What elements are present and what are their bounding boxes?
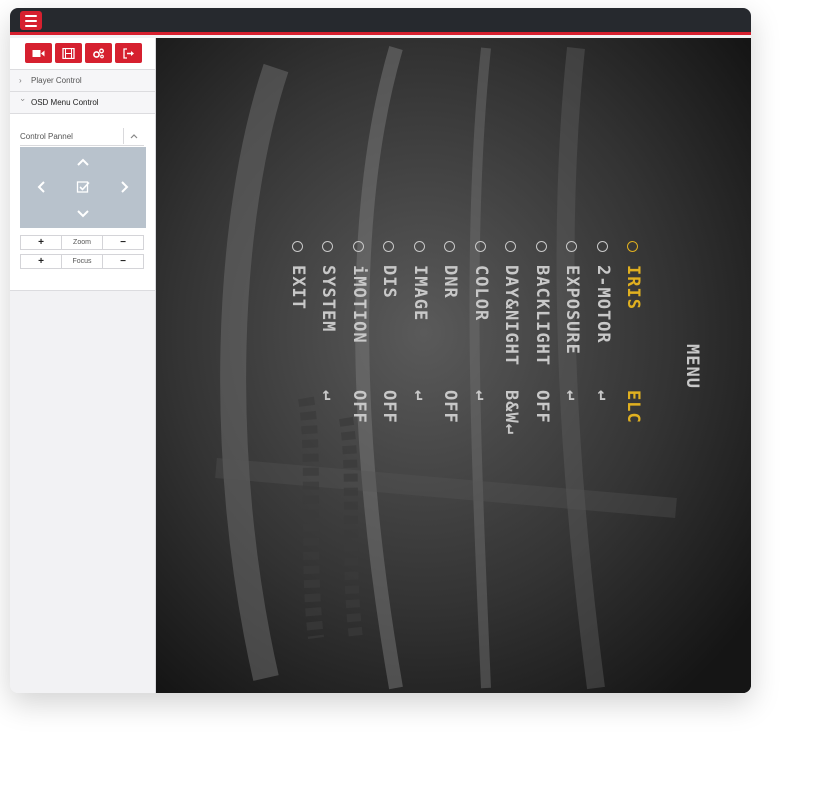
checkbox-icon (76, 181, 90, 193)
osd-item-value: OFF (440, 390, 460, 424)
down-button[interactable] (73, 204, 93, 224)
osd-item-icon (596, 241, 608, 252)
focus-label: Focus (62, 254, 102, 269)
osd-item-value: OFF (531, 390, 552, 424)
app-window: › Player Control › OSD Menu Control Cont… (10, 8, 751, 693)
osd-item-icon (352, 241, 364, 252)
direction-pad (20, 147, 146, 228)
osd-item-label: DAY&NIGHT (501, 265, 521, 367)
chevron-right-icon (121, 181, 129, 193)
focus-far-button[interactable]: − (102, 254, 144, 269)
top-bar-accent-line (10, 32, 751, 35)
control-panel-label: Control Pannel (20, 132, 73, 141)
osd-item-label: DIS (379, 265, 399, 299)
sidebar-panel: › Player Control › OSD Menu Control Cont… (10, 38, 155, 291)
osd-item-icon (566, 241, 577, 252)
focus-row: + Focus − (20, 254, 146, 269)
sidebar: › Player Control › OSD Menu Control Cont… (10, 38, 156, 693)
osd-item-label: COLOR (470, 265, 491, 322)
osd-menu-title: MENU (682, 344, 702, 389)
osd-item-icon (322, 241, 333, 252)
up-button[interactable] (73, 152, 93, 172)
chevron-left-icon (37, 181, 45, 193)
osd-item-value: ↵ (592, 390, 613, 402)
chevron-down-icon: › (18, 98, 28, 102)
osd-item-value: ELC (623, 390, 643, 424)
osd-item-value: OFF (379, 390, 399, 424)
right-button[interactable] (114, 177, 134, 197)
settings-gears-icon (93, 48, 104, 58)
video-camera-icon (32, 49, 45, 57)
zoom-label: Zoom (62, 235, 102, 250)
osd-item-label: EXPOSURE (562, 265, 582, 355)
osd-item-label: iMOTION (348, 265, 369, 344)
osd-item-icon (383, 241, 394, 252)
zoom-row: + Zoom − (20, 235, 146, 250)
osd-item-value: ↵ (470, 390, 491, 402)
osd-item-icon (291, 241, 303, 252)
osd-item-label: BACKLIGHT (531, 265, 552, 367)
player-control-label: Player Control (31, 76, 82, 85)
osd-item-icon (474, 241, 486, 252)
osd-item-label: DNR (440, 265, 460, 299)
hamburger-menu-button[interactable] (20, 11, 42, 30)
osd-item-icon (505, 241, 516, 252)
control-panel-header: Control Pannel (20, 128, 144, 146)
osd-item-value: B&W↵ (501, 390, 521, 435)
chevron-up-icon (77, 158, 89, 166)
osd-item-label: EXIT (287, 265, 308, 310)
osd-item-label: SYSTEM (318, 265, 338, 333)
chevron-down-icon (77, 210, 89, 218)
left-button[interactable] (32, 177, 52, 197)
osd-item-icon (444, 241, 455, 252)
osd-item-value: OFF (348, 390, 369, 424)
confirm-button[interactable] (73, 177, 93, 197)
collapse-button[interactable] (123, 128, 144, 144)
player-control-accordion[interactable]: › Player Control (10, 69, 155, 92)
sidebar-toolbar (25, 43, 142, 63)
osd-item-label: 2-MOTOR (592, 265, 613, 344)
hamburger-icon (25, 14, 37, 17)
osd-item-icon (413, 241, 425, 252)
osd-item-icon (535, 241, 547, 252)
focus-near-button[interactable]: + (20, 254, 62, 269)
film-icon (62, 47, 75, 59)
live-view-button[interactable] (25, 43, 52, 63)
osd-item-value: ↵ (318, 390, 338, 402)
logout-button[interactable] (115, 43, 142, 63)
video-feed[interactable]: MENU IRIS ELC 2-MOTOR ↵ EXPOSURE ↵ BACKLIGHT OFF… (156, 38, 751, 693)
zoom-in-button[interactable]: + (20, 235, 62, 250)
osd-menu-control-accordion[interactable]: › OSD Menu Control (10, 91, 155, 114)
top-bar (10, 8, 751, 35)
osd-menu-control-label: OSD Menu Control (31, 98, 99, 107)
chevron-right-icon: › (19, 76, 22, 85)
osd-item-value: ↵ (409, 390, 430, 402)
osd-item-icon (627, 241, 638, 252)
osd-item-label: IMAGE (409, 265, 430, 322)
chevron-up-icon (130, 134, 138, 139)
osd-item-value: ↵ (562, 390, 582, 402)
playback-button[interactable] (55, 43, 82, 63)
zoom-out-button[interactable]: − (102, 235, 144, 250)
settings-button[interactable] (85, 43, 112, 63)
osd-menu: MENU IRIS ELC 2-MOTOR ↵ EXPOSURE ↵ BACKLIGHT OFF… (156, 38, 751, 693)
logout-icon (123, 47, 134, 59)
osd-item-label: IRIS (623, 265, 643, 310)
